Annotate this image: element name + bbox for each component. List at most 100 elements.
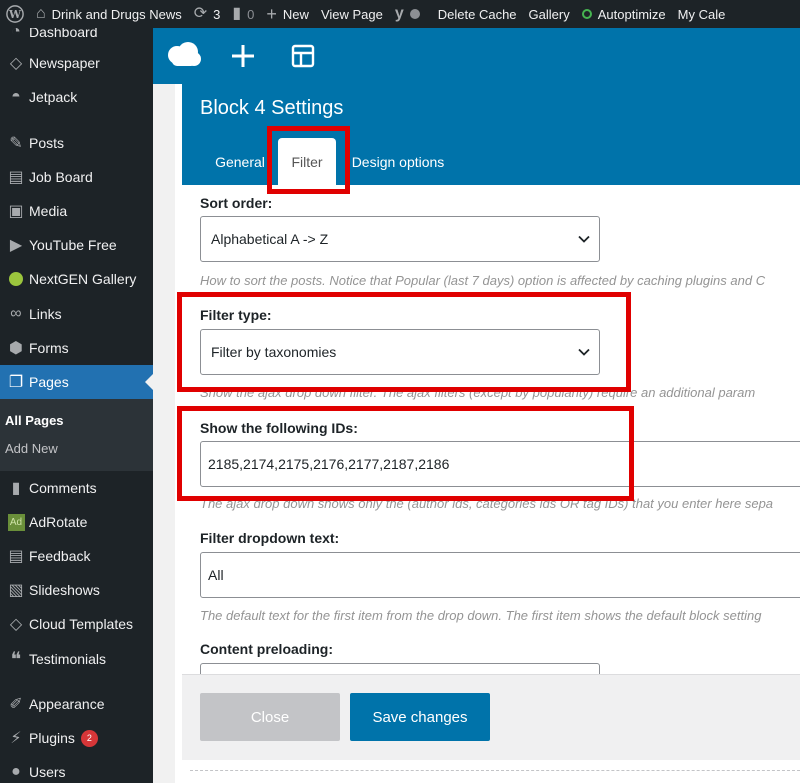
sidebar-item-youtube-free[interactable]: ▶ YouTube Free [0,228,153,262]
tab-general[interactable]: General [200,138,280,185]
quote-icon: ❝ [10,648,22,671]
filter-type-select[interactable]: Filter by taxonomies [200,329,600,375]
feedback-icon: ▤ [8,548,24,565]
sidebar-item-slideshows[interactable]: ▧ Slideshows [0,573,153,607]
comment-bubble-icon: ▮ [232,5,242,22]
delete-cache-link[interactable]: Delete Cache [432,0,523,28]
sidebar-item-label: Pages [29,374,69,390]
yoast-menu[interactable]: y [389,0,432,28]
content-preloading-label: Content preloading: [200,641,333,657]
cloud-templates-icon: ◇ [9,616,23,633]
sidebar-item-feedback[interactable]: ▤ Feedback [0,539,153,573]
sidebar-item-pages[interactable]: ❐ Pages [0,365,153,399]
tab-design-options[interactable]: Design options [342,138,454,185]
forms-icon: ⬢ [9,340,23,357]
site-name-menu[interactable]: ⌂ Drink and Drugs News [30,0,188,28]
sort-order-label: Sort order: [200,195,273,211]
home-icon: ⌂ [36,5,46,22]
sidebar-item-label: Media [29,203,68,219]
sidebar-item-jetpack[interactable]: ◓ Jetpack [0,80,153,114]
sidebar-item-label: Jetpack [29,89,78,105]
modal-footer: Close Save changes [182,674,800,760]
close-button[interactable]: Close [200,693,340,741]
autoptimize-status-icon [581,9,592,19]
sidebar-item-links[interactable]: ∞ Links [0,297,153,331]
new-label: New [282,6,309,22]
gallery-label: Gallery [528,6,570,22]
sidebar-item-media[interactable]: ▣ Media [0,194,153,228]
modal-title: Block 4 Settings [200,97,344,119]
pages-icon: ❐ [8,374,24,391]
nextgen-icon [0,272,29,286]
sidebar-item-job-board[interactable]: ▤ Job Board [0,160,153,194]
comments-menu[interactable]: ▮ 0 [226,0,260,28]
pages-submenu: All Pages Add New [0,399,153,471]
autoptimize-menu[interactable]: Autoptimize [576,0,672,28]
adrotate-icon: Ad [0,513,29,531]
dropdown-text-help: The default text for the first item from… [200,608,762,623]
submenu-add-new[interactable]: Add New [5,441,58,456]
comments-count: 0 [247,6,255,22]
sort-order-select[interactable]: Alphabetical A -> Z [200,216,600,262]
sidebar-item-label: Slideshows [29,582,100,598]
view-page-label: View Page [320,6,383,22]
sidebar-item-label: Links [29,306,62,322]
add-block-button[interactable] [213,28,273,84]
sidebar-item-label: NextGEN Gallery [29,271,137,287]
new-content-menu[interactable]: + New [260,0,315,28]
cloud-library-button[interactable] [153,28,213,84]
sidebar-item-plugins[interactable]: ⚡ Plugins 2 [0,721,153,755]
sidebar-item-label: Users [29,764,66,780]
seo-status-dot [409,9,420,19]
wordpress-logo-icon: W [6,5,24,23]
clipboard-icon: ▤ [8,169,24,186]
sidebar-item-label: AdRotate [29,514,88,530]
modal-body: Sort order: Alphabetical A -> Z How to s… [182,185,800,674]
calendar-label: My Cale [677,6,726,22]
dashboard-icon: ◔ [11,28,21,40]
submenu-all-pages[interactable]: All Pages [5,413,64,428]
sort-order-help: How to sort the posts. Notice that Popul… [200,273,766,288]
show-ids-value: 2185,2174,2175,2176,2177,2187,2186 [208,456,450,472]
editor-toolbar [153,28,800,84]
sidebar-item-appearance[interactable]: ✐ Appearance [0,687,153,721]
updates-menu[interactable]: ⟳ 3 [188,0,227,28]
comment-icon: ▮ [11,480,21,497]
layout-button[interactable] [273,28,333,84]
sidebar-item-label: Testimonials [29,651,107,667]
sidebar-item-adrotate[interactable]: Ad AdRotate [0,505,153,539]
sidebar-item-label: Dashboard [29,28,98,40]
content-preloading-select[interactable] [200,663,600,674]
youtube-icon: ▶ [9,237,23,254]
sidebar-item-label: Job Board [29,169,93,185]
newspaper-icon: ◇ [9,55,23,72]
sidebar-item-users[interactable]: ● Users [0,755,153,783]
users-icon: ● [11,763,21,780]
filter-type-label: Filter type: [200,307,272,323]
sidebar-item-comments[interactable]: ▮ Comments [0,471,153,505]
dropdown-text-input[interactable]: All [200,552,800,598]
jetpack-icon: ◓ [11,88,21,105]
chevron-down-icon [578,348,590,356]
view-page-link[interactable]: View Page [315,0,389,28]
wordpress-logo-menu[interactable]: W [0,0,30,28]
layout-icon [291,44,315,68]
calendar-menu[interactable]: My Cale [672,0,732,28]
plus-icon: + [266,4,277,24]
tab-filter[interactable]: Filter [278,138,336,185]
gallery-menu[interactable]: Gallery [523,0,576,28]
sidebar-item-testimonials[interactable]: ❝ Testimonials [0,642,153,676]
modal-header: Block 4 Settings General Filter Design o… [182,84,800,185]
slideshow-icon: ▧ [8,582,24,599]
sidebar-item-newspaper[interactable]: ◇ Newspaper [0,46,153,80]
plugins-update-badge: 2 [80,729,98,747]
filter-type-help: Show the ajax drop down filter. The ajax… [200,385,756,400]
sidebar-item-cloud-templates[interactable]: ◇ Cloud Templates [0,607,153,641]
dropdown-text-value: All [208,567,224,583]
sidebar-item-posts[interactable]: ✎ Posts [0,126,153,160]
sidebar-item-forms[interactable]: ⬢ Forms [0,331,153,365]
updates-icon: ⟳ [193,5,208,22]
save-changes-button[interactable]: Save changes [350,693,490,741]
show-ids-input[interactable]: 2185,2174,2175,2176,2177,2187,2186 [200,441,800,487]
sidebar-item-nextgen-gallery[interactable]: NextGEN Gallery [0,262,153,296]
